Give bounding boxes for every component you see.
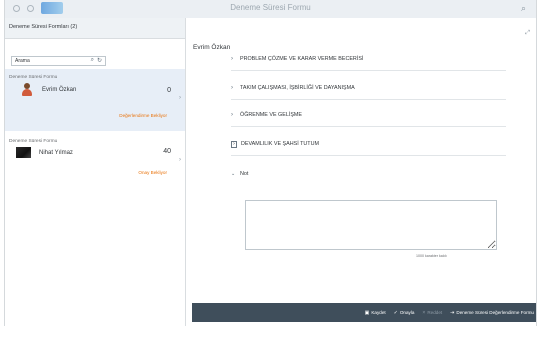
close-icon: ×	[422, 309, 426, 316]
section-note[interactable]: ⌄ Not	[231, 163, 506, 185]
open-icon: ⇥	[450, 309, 455, 316]
save-label: Kaydet	[371, 310, 386, 315]
item-name: Evrim Özkan	[42, 86, 77, 93]
chevron-right-icon: ›	[179, 157, 181, 163]
detail-pane: ⤢ Evrim Özkan › PROBLEM ÇÖZME VE KARAR V…	[186, 18, 536, 326]
section-learning[interactable]: › ÖĞRENME VE GELİŞME	[231, 104, 506, 127]
section-label: ÖĞRENME VE GELİŞME	[240, 112, 303, 118]
section-problem-solving[interactable]: › PROBLEM ÇÖZME VE KARAR VERME BECERİSİ	[231, 48, 506, 71]
chevron-right-icon: ›	[231, 112, 233, 118]
shell-bar: Deneme Süresi Formu ⌕	[5, 0, 536, 19]
item-type: Deneme Süresi Formu	[9, 75, 58, 80]
item-count: 0	[167, 87, 171, 94]
search-placeholder: Arama	[15, 58, 30, 64]
item-count: 40	[163, 148, 171, 155]
list-item[interactable]: Deneme Süresi Formu Nihat Yılmaz 40 › On…	[5, 133, 185, 180]
section-label: DEVAMLILIK VE ŞAHSİ TUTUM	[241, 141, 319, 147]
footer-toolbar: ▣ Kaydet ✓ Onayla × Reddet ⇥ Deneme Süre…	[192, 303, 536, 322]
reject-button[interactable]: × Reddet	[422, 310, 442, 316]
chevron-down-icon: ⌄	[231, 171, 236, 177]
check-icon: ✓	[393, 309, 398, 316]
form-label: Deneme Süresi Değerlendirme Formu	[456, 310, 534, 315]
section-label: PROBLEM ÇÖZME VE KARAR VERME BECERİSİ	[240, 56, 364, 62]
item-row: Nihat Yılmaz 40 ›	[9, 147, 185, 163]
status-badge: Değerlendirme Bekliyor	[119, 113, 167, 118]
chevron-right-icon: ›	[179, 95, 181, 101]
app-window: Deneme Süresi Formu ⌕ Deneme Süresi Form…	[4, 0, 537, 326]
reject-label: Reddet	[427, 310, 443, 315]
avatar	[16, 147, 31, 158]
list-item[interactable]: Deneme Süresi Formu Evrim Özkan 0 › Değe…	[5, 69, 185, 131]
master-list: Deneme Süresi Formları (2) Arama ⌕ ↻ Den…	[5, 18, 186, 326]
char-counter: 1000 karakter kaldı	[416, 254, 447, 258]
section-teamwork[interactable]: › TAKIM ÇALIŞMASI, İŞBİRLİĞİ VE DAYANIŞM…	[231, 77, 506, 100]
search-controls: ⌕ ↻	[91, 57, 102, 64]
master-list-header: Deneme Süresi Formları (2)	[5, 18, 185, 39]
status-badge: Onay Bekliyor	[138, 170, 167, 175]
open-form-button[interactable]: ⇥ Deneme Süresi Değerlendirme Formu	[450, 310, 534, 316]
section-label: TAKIM ÇALIŞMASI, İŞBİRLİĞİ VE DAYANIŞMA	[240, 85, 355, 91]
item-type: Deneme Süresi Formu	[9, 139, 58, 144]
search-input[interactable]: Arama ⌕ ↻	[11, 56, 106, 66]
chevron-right-icon: ›	[231, 85, 233, 91]
save-button[interactable]: ▣ Kaydet	[365, 310, 386, 316]
fullscreen-icon[interactable]: ⤢	[525, 30, 530, 37]
search-icon[interactable]: ⌕	[521, 3, 526, 14]
search-icon[interactable]: ⌕	[91, 57, 94, 64]
approve-button[interactable]: ✓ Onayla	[394, 310, 415, 316]
save-icon: ▣	[364, 309, 370, 316]
section-attendance[interactable]: › DEVAMLILIK VE ŞAHSİ TUTUM	[231, 133, 506, 156]
section-label: Not	[240, 171, 249, 177]
chevron-right-icon: ›	[231, 140, 237, 148]
refresh-icon[interactable]: ↻	[97, 57, 102, 64]
shell-title: Deneme Süresi Formu	[230, 3, 311, 12]
chevron-right-icon: ›	[231, 56, 233, 62]
approve-label: Onayla	[399, 310, 415, 315]
item-name: Nihat Yılmaz	[39, 149, 73, 156]
note-textarea[interactable]	[245, 200, 497, 250]
avatar	[21, 83, 32, 96]
page-title: Evrim Özkan	[193, 44, 231, 51]
item-row: Evrim Özkan 0 ›	[9, 83, 185, 101]
